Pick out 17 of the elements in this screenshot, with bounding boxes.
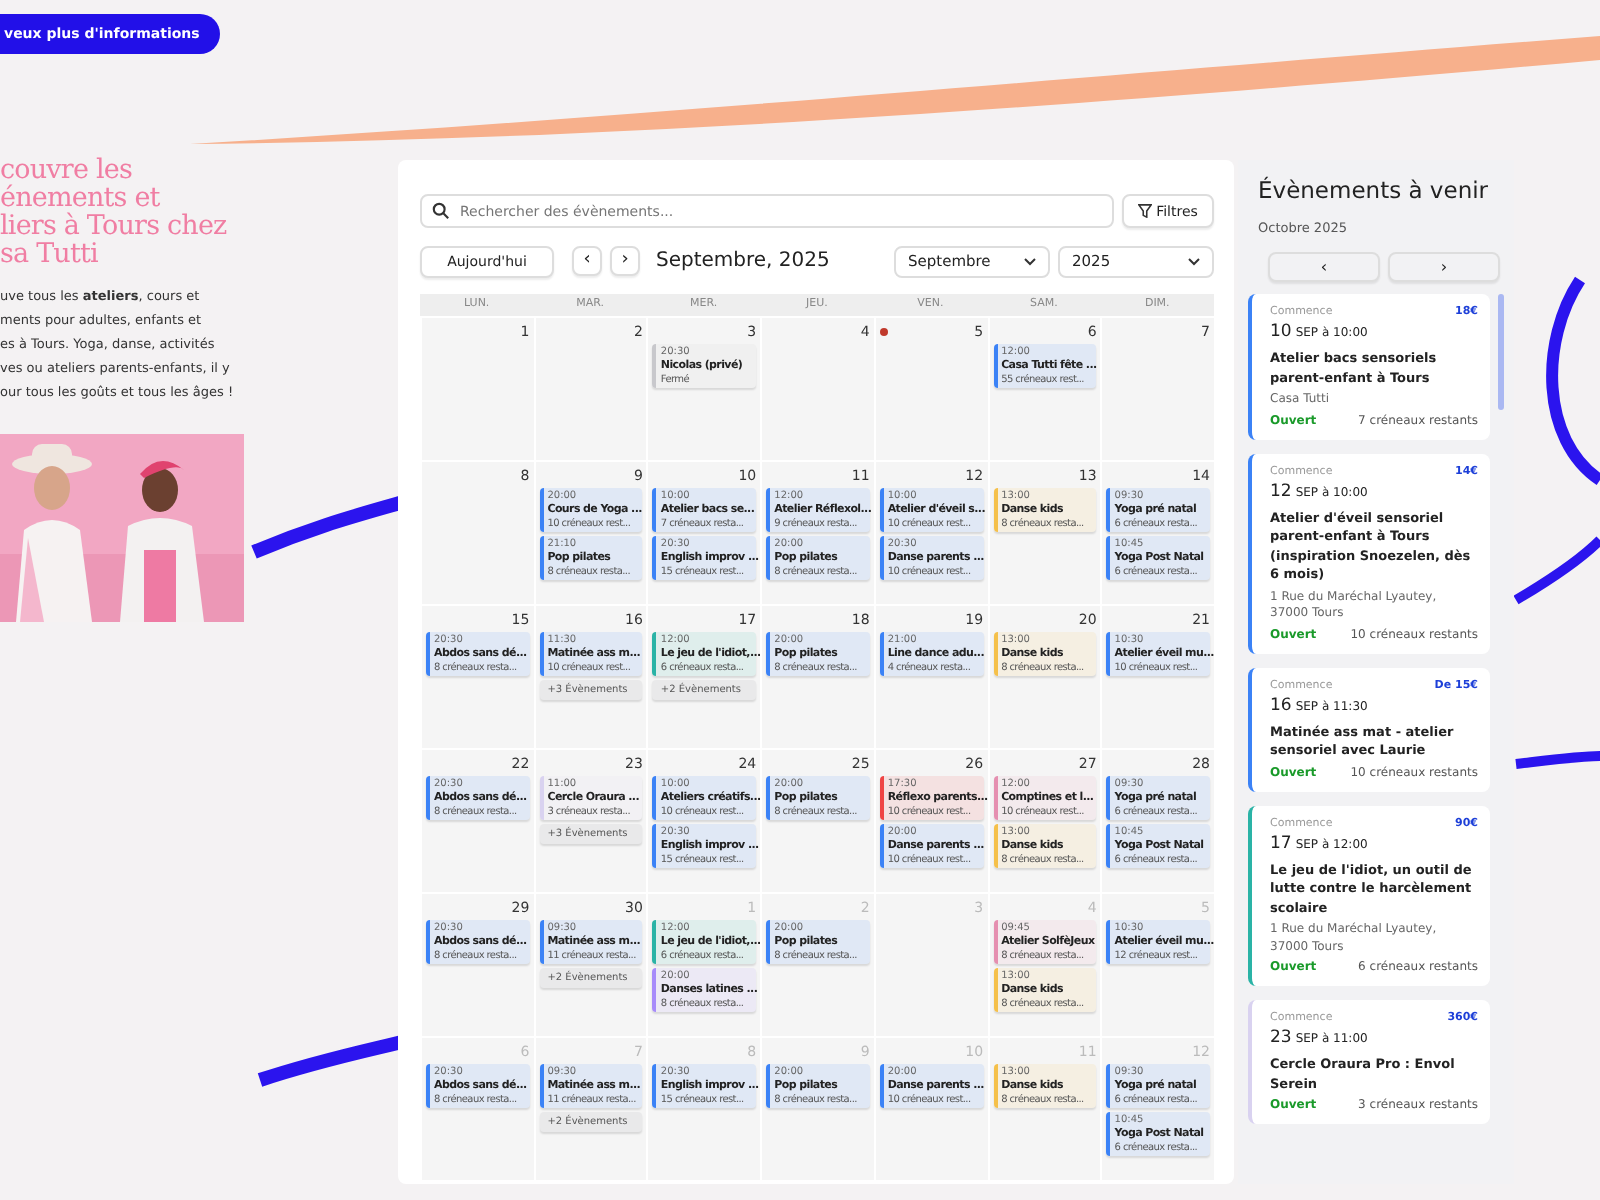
next-button[interactable]: › [610,246,640,276]
date-day: 12 [1270,481,1292,501]
chevron-icon [1188,257,1200,265]
chevron-icon [1024,257,1036,265]
date-day: 17 [1270,833,1292,853]
date-day: 23 [1270,1028,1292,1048]
previous-button[interactable]: ‹ [572,246,602,276]
date-day: 16 [1270,695,1292,715]
month-title: Septembre, 2025 [656,250,830,272]
date-day: 10 [1270,322,1292,342]
next-button[interactable]: › [1388,252,1500,282]
previous-button[interactable]: ‹ [1268,252,1380,282]
filter-icon [1138,204,1153,218]
scrollbar [1498,294,1504,410]
search-icon [432,202,450,220]
sidebar-title: Évènements à venir [1258,176,1491,204]
intro-heading: couvre les énements et liers à Tours chez sa Tutti [0,156,229,268]
